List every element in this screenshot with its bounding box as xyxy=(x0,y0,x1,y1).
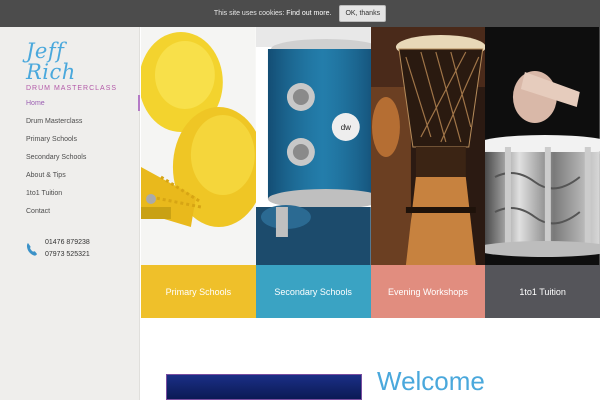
logo-subtitle: DRUM MASTERCLASS xyxy=(26,85,118,92)
maracas-image xyxy=(141,27,256,265)
logo[interactable]: Jeff Rich DRUM MASTERCLASS xyxy=(26,39,118,93)
nav-active-indicator xyxy=(138,95,140,111)
cookie-accept-button[interactable]: OK, thanks xyxy=(339,5,387,22)
djembe-image xyxy=(370,27,486,265)
nav-item-home[interactable]: Home xyxy=(26,99,86,117)
welcome-section: Welcome xyxy=(141,318,600,400)
panel-caption: Primary Schools xyxy=(141,265,256,318)
phone-icon xyxy=(26,243,37,256)
phone-numbers: 01476 879238 07973 525321 xyxy=(45,237,90,261)
nav-item-about-tips[interactable]: About & Tips xyxy=(26,171,86,189)
cookie-bar: This site uses cookies: Find out more. O… xyxy=(0,0,600,27)
nav-item-primary-schools[interactable]: Primary Schools xyxy=(26,135,86,153)
svg-text:dw: dw xyxy=(340,123,350,132)
hero-panels: Primary Schools dw Secondary Schools Eve… xyxy=(141,27,600,318)
panel-caption: Evening Workshops xyxy=(370,265,486,318)
panel-caption: 1to1 Tuition xyxy=(485,265,600,318)
panel-primary-schools[interactable]: Primary Schools xyxy=(141,27,256,318)
panel-caption: Secondary Schools xyxy=(255,265,371,318)
cookie-message: This site uses cookies: Find out more. xyxy=(214,10,332,17)
contact-block: 01476 879238 07973 525321 xyxy=(26,237,90,261)
panel-1to1-tuition[interactable]: 1to1 Tuition xyxy=(485,27,600,318)
nav-item-drum-masterclass[interactable]: Drum Masterclass xyxy=(26,117,86,135)
phone-number-2[interactable]: 07973 525321 xyxy=(45,249,90,261)
nav-item-1to1-tuition[interactable]: 1to1 Tuition xyxy=(26,189,86,207)
logo-script: Jeff Rich xyxy=(26,39,76,84)
cookie-find-out-more-link[interactable]: Find out more. xyxy=(286,10,331,17)
snare-drum-image xyxy=(485,27,600,265)
nav-item-contact[interactable]: Contact xyxy=(26,207,86,225)
nav-item-secondary-schools[interactable]: Secondary Schools xyxy=(26,153,86,171)
main-nav: Home Drum Masterclass Primary Schools Se… xyxy=(26,99,86,225)
video-thumbnail[interactable] xyxy=(166,374,362,400)
welcome-heading: Welcome xyxy=(377,366,485,396)
sidebar: Jeff Rich DRUM MASTERCLASS Home Drum Mas… xyxy=(0,27,140,400)
panel-evening-workshops[interactable]: Evening Workshops xyxy=(370,27,486,318)
phone-number-1[interactable]: 01476 879238 xyxy=(45,237,90,249)
cookie-text: This site uses cookies: xyxy=(213,10,285,17)
blue-drum-image: dw xyxy=(255,27,371,265)
panel-secondary-schools[interactable]: dw Secondary Schools xyxy=(255,27,371,318)
